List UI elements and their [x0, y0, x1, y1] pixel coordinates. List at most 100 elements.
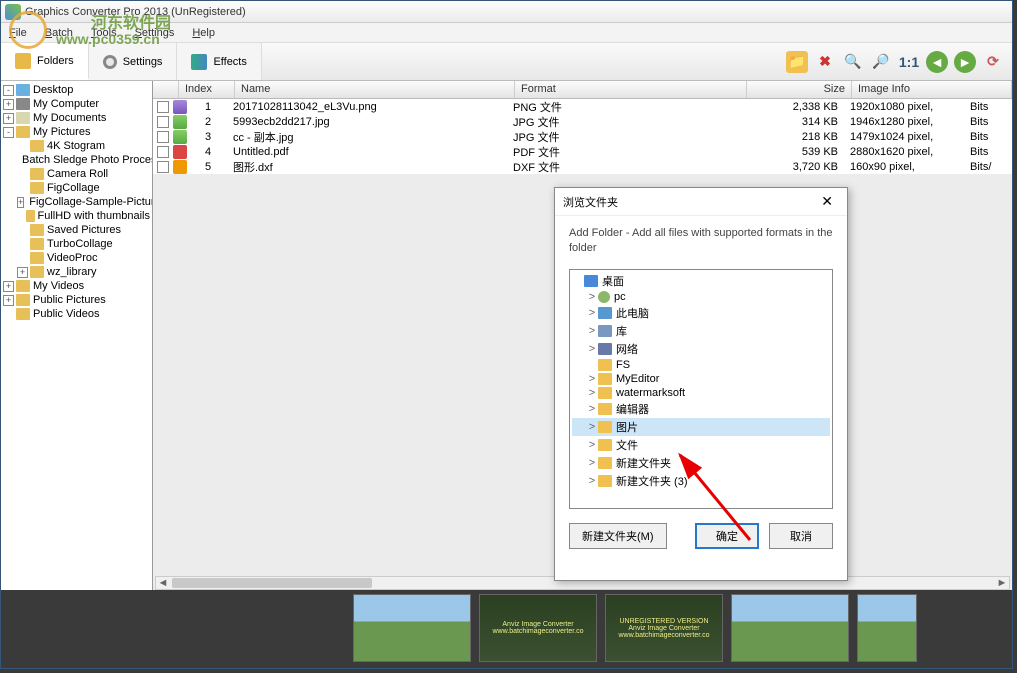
scroll-right-arrow[interactable]: ► — [995, 577, 1009, 589]
zoom-in-button[interactable]: 🔍 — [842, 51, 864, 73]
dialog-tree-item[interactable]: >pc — [572, 290, 830, 304]
expand-chevron-icon[interactable]: > — [586, 403, 598, 415]
expander-icon[interactable] — [17, 253, 28, 264]
col-info[interactable]: Image Info — [852, 81, 1012, 98]
next-button[interactable]: ► — [954, 51, 976, 73]
dialog-tree-item[interactable]: >库 — [572, 322, 830, 340]
expander-icon[interactable]: + — [3, 99, 14, 110]
dialog-close-button[interactable]: ✕ — [815, 191, 839, 212]
cancel-button[interactable]: 取消 — [769, 523, 833, 549]
tree-item[interactable]: FigCollage — [3, 181, 150, 195]
expand-chevron-icon[interactable]: > — [586, 421, 598, 433]
tab-effects[interactable]: Effects — [177, 43, 261, 80]
col-index[interactable]: Index — [179, 81, 235, 98]
menu-batch[interactable]: Batch — [45, 27, 73, 39]
tree-item[interactable]: -Desktop — [3, 83, 150, 97]
expander-icon[interactable] — [17, 141, 28, 152]
file-checkbox[interactable] — [157, 161, 169, 173]
expand-chevron-icon[interactable]: > — [586, 291, 598, 303]
thumbnail-3[interactable]: UNREGISTERED VERSIONAnviz Image Converte… — [605, 594, 723, 662]
expand-chevron-icon[interactable]: > — [586, 307, 598, 319]
dialog-tree-item[interactable]: >图片 — [572, 418, 830, 436]
expander-icon[interactable] — [17, 225, 28, 236]
thumbnail-strip[interactable]: Anviz Image Converterwww.batchimageconve… — [1, 590, 1012, 668]
tree-item[interactable]: VideoProc — [3, 251, 150, 265]
file-list[interactable]: 1 20171028113042_eL3Vu.png PNG 文件 2,338 … — [153, 99, 1012, 174]
tree-item[interactable]: -My Pictures — [3, 125, 150, 139]
tab-folders[interactable]: Folders — [1, 43, 89, 80]
menu-tools[interactable]: Tools — [91, 27, 117, 39]
file-checkbox[interactable] — [157, 101, 169, 113]
tree-item[interactable]: Saved Pictures — [3, 223, 150, 237]
tree-item[interactable]: 4K Stogram — [3, 139, 150, 153]
open-folder-button[interactable]: 📁 — [786, 51, 808, 73]
menu-help[interactable]: Help — [192, 27, 215, 39]
expander-icon[interactable] — [17, 239, 28, 250]
expand-chevron-icon[interactable]: > — [586, 373, 598, 385]
expander-icon[interactable] — [3, 309, 14, 320]
dialog-folder-tree[interactable]: 桌面>pc>此电脑>库>网络FS>MyEditor>watermarksoft>… — [569, 269, 833, 509]
dialog-tree-item[interactable]: FS — [572, 358, 830, 372]
dialog-tree-item[interactable]: >文件 — [572, 436, 830, 454]
thumbnail-2[interactable]: Anviz Image Converterwww.batchimageconve… — [479, 594, 597, 662]
col-name[interactable]: Name — [235, 81, 515, 98]
expand-chevron-icon[interactable]: > — [586, 343, 598, 355]
zoom-out-button[interactable]: 🔎 — [870, 51, 892, 73]
file-checkbox[interactable] — [157, 116, 169, 128]
tab-settings[interactable]: Settings — [89, 43, 178, 80]
folder-tree-sidebar[interactable]: -Desktop+My Computer+My Documents-My Pic… — [1, 81, 153, 590]
expand-chevron-icon[interactable]: > — [586, 475, 598, 487]
file-row[interactable]: 3 cc - 副本.jpg JPG 文件 218 KB 1479x1024 pi… — [153, 129, 1012, 144]
tree-item[interactable]: Batch Sledge Photo Processor Output — [3, 153, 150, 167]
col-size[interactable]: Size — [747, 81, 852, 98]
tree-item[interactable]: +FigCollage-Sample-Pictures-Dont-Modify-… — [3, 195, 150, 209]
expander-icon[interactable]: - — [3, 85, 14, 96]
dialog-tree-item[interactable]: >此电脑 — [572, 304, 830, 322]
tree-item[interactable]: +My Documents — [3, 111, 150, 125]
dialog-tree-item[interactable]: >watermarksoft — [572, 386, 830, 400]
expand-chevron-icon[interactable]: > — [586, 439, 598, 451]
file-row[interactable]: 1 20171028113042_eL3Vu.png PNG 文件 2,338 … — [153, 99, 1012, 114]
dialog-tree-item[interactable]: >新建文件夹 (3) — [572, 472, 830, 490]
tree-item[interactable]: +My Computer — [3, 97, 150, 111]
col-checkbox[interactable] — [153, 81, 179, 98]
refresh-button[interactable]: ⟳ — [982, 51, 1004, 73]
actual-size-button[interactable]: 1:1 — [898, 51, 920, 73]
expander-icon[interactable]: + — [3, 113, 14, 124]
thumbnail-5[interactable] — [857, 594, 917, 662]
thumbnail-1[interactable] — [353, 594, 471, 662]
menu-file[interactable]: FFileile — [9, 27, 27, 39]
expander-icon[interactable]: - — [3, 127, 14, 138]
file-checkbox[interactable] — [157, 131, 169, 143]
new-folder-button[interactable]: 新建文件夹(M) — [569, 523, 667, 549]
tree-item[interactable]: TurboCollage — [3, 237, 150, 251]
file-row[interactable]: 5 图形.dxf DXF 文件 3,720 KB 160x90 pixel, B… — [153, 159, 1012, 174]
prev-button[interactable]: ◄ — [926, 51, 948, 73]
tree-item[interactable]: +My Videos — [3, 279, 150, 293]
tree-item[interactable]: Public Videos — [3, 307, 150, 321]
dialog-tree-item[interactable]: >编辑器 — [572, 400, 830, 418]
expand-chevron-icon[interactable]: > — [586, 387, 598, 399]
scroll-left-arrow[interactable]: ◄ — [156, 577, 170, 589]
file-row[interactable]: 2 5993ecb2dd217.jpg JPG 文件 314 KB 1946x1… — [153, 114, 1012, 129]
expander-icon[interactable]: + — [17, 197, 24, 208]
file-checkbox[interactable] — [157, 146, 169, 158]
expander-icon[interactable]: + — [17, 267, 28, 278]
thumbnail-4[interactable] — [731, 594, 849, 662]
expander-icon[interactable] — [17, 211, 24, 222]
tree-item[interactable]: +wz_library — [3, 265, 150, 279]
dialog-tree-item[interactable]: 桌面 — [572, 272, 830, 290]
expand-chevron-icon[interactable]: > — [586, 457, 598, 469]
dialog-tree-item[interactable]: >网络 — [572, 340, 830, 358]
expander-icon[interactable]: + — [3, 295, 14, 306]
file-row[interactable]: 4 Untitled.pdf PDF 文件 539 KB 2880x1620 p… — [153, 144, 1012, 159]
col-format[interactable]: Format — [515, 81, 747, 98]
tree-item[interactable]: +Public Pictures — [3, 293, 150, 307]
scroll-thumb[interactable] — [172, 578, 372, 588]
delete-button[interactable]: ✖ — [814, 51, 836, 73]
dialog-tree-item[interactable]: >MyEditor — [572, 372, 830, 386]
expander-icon[interactable]: + — [3, 281, 14, 292]
dialog-tree-item[interactable]: >新建文件夹 — [572, 454, 830, 472]
menu-settings[interactable]: Settings — [135, 27, 175, 39]
expand-chevron-icon[interactable]: > — [586, 325, 598, 337]
